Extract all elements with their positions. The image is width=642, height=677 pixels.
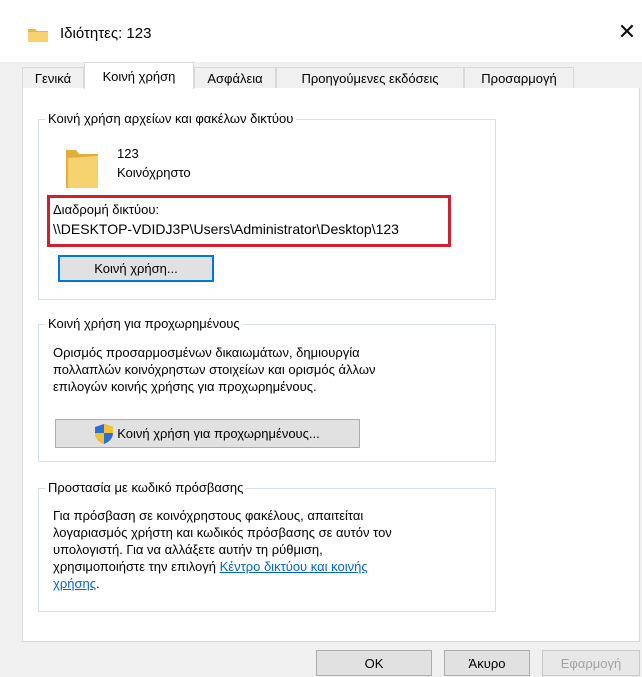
password-protection-text-prefix: χρησιμοποιήστε την επιλογή: [53, 559, 220, 574]
uac-shield-icon: [95, 423, 114, 444]
password-protection-description-3: υπολογιστή. Για να αλλάξετε αυτήν τη ρύθ…: [53, 542, 323, 557]
password-protection-text-suffix: .: [95, 576, 100, 591]
advanced-sharing-group-title: Κοινή χρήση για προχωρημένους: [45, 316, 243, 331]
folder-icon: [28, 29, 48, 42]
network-sharing-center-link[interactable]: Κέντρο δικτύου και κοινής: [220, 559, 368, 574]
password-protection-group-title: Προστασία με κωδικό πρόσβασης: [45, 480, 247, 495]
advanced-sharing-button[interactable]: Κοινή χρήση για προχωρημένους...: [55, 419, 360, 448]
password-protection-description-2: λογαριασμός χρήστη και κωδικός πρόσβασης…: [53, 525, 392, 540]
tab-sharing[interactable]: Κοινή χρήση: [84, 62, 194, 89]
advanced-sharing-description-3: επιλογών κοινής χρήσης για προχωρημένους…: [53, 379, 317, 394]
folder-icon: [66, 150, 98, 188]
share-button[interactable]: Κοινή χρήση...: [58, 255, 214, 282]
network-path-value: \\DESKTOP-VDIDJ3P\Users\Administrator\De…: [53, 221, 399, 237]
password-protection-description-1: Για πρόσβαση σε κοινόχρηστους φακέλους, …: [53, 508, 364, 523]
apply-button[interactable]: Εφαρμογή: [542, 650, 640, 676]
tab-previous-versions[interactable]: Προηγούμενες εκδόσεις: [276, 67, 464, 88]
tab-security[interactable]: Ασφάλεια: [194, 67, 276, 88]
advanced-sharing-button-label: Κοινή χρήση για προχωρημένους...: [117, 426, 320, 441]
close-icon[interactable]: ✕: [612, 16, 642, 48]
advanced-sharing-description-1: Ορισμός προσαρμοσμένων δικαιωμάτων, δημι…: [53, 345, 360, 360]
network-sharing-group-title: Κοινή χρήση αρχείων και φακέλων δικτύου: [45, 111, 297, 126]
tab-customize[interactable]: Προσαρμογή: [464, 67, 574, 88]
window-title: Ιδιότητες: 123: [60, 25, 152, 42]
network-path-label: Διαδρομή δικτύου:: [53, 202, 160, 217]
shared-item-status: Κοινόχρηστο: [117, 165, 191, 180]
cancel-button[interactable]: Άκυρο: [444, 650, 530, 676]
password-protection-description-4: χρησιμοποιήστε την επιλογή Κέντρο δικτύο…: [53, 558, 368, 575]
shared-item-name: 123: [117, 146, 139, 161]
tab-general[interactable]: Γενικά: [22, 67, 84, 88]
advanced-sharing-description-2: πολλαπλών κοινόχρηστων στοιχείων και ορι…: [53, 362, 376, 377]
network-sharing-center-link-cont[interactable]: χρήσης: [53, 576, 96, 591]
password-protection-description-5: χρήσης.: [53, 575, 100, 592]
ok-button[interactable]: OK: [316, 650, 432, 676]
